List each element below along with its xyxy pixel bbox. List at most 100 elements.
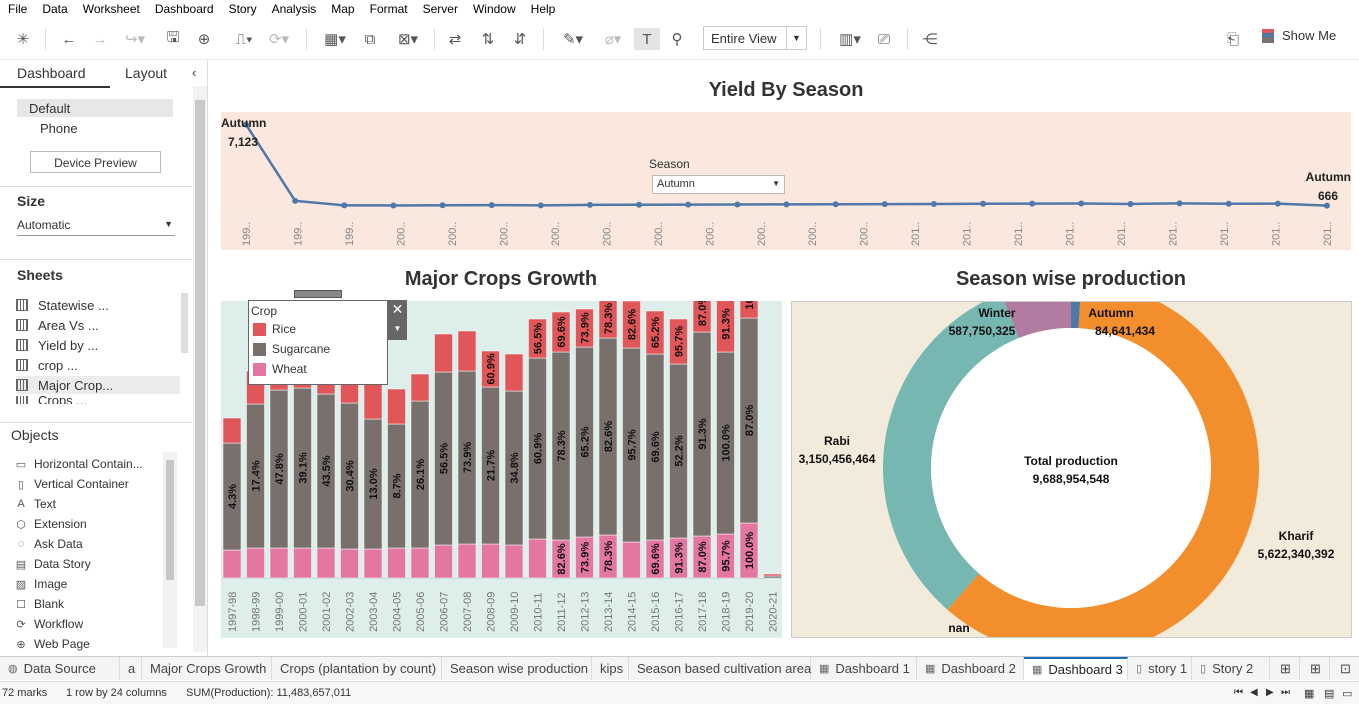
- yield-point[interactable]: [1078, 200, 1085, 207]
- sheet-tab[interactable]: Season wise production: [442, 657, 592, 680]
- yield-point[interactable]: [930, 200, 937, 207]
- menu-file[interactable]: File: [0, 2, 34, 16]
- bar-segment-rice[interactable]: [387, 388, 406, 425]
- bar-segment-wheat[interactable]: [246, 547, 265, 579]
- sheet-item[interactable]: Major Crop...: [16, 376, 180, 394]
- format-painter-icon[interactable]: ⎗: [1222, 28, 1244, 50]
- yield-point[interactable]: [1029, 200, 1036, 207]
- legend-item[interactable]: Sugarcane: [253, 342, 330, 356]
- bar-segment-rice[interactable]: [763, 573, 782, 577]
- group-icon[interactable]: ⌀▾: [595, 28, 631, 50]
- tab-layout[interactable]: Layout: [125, 65, 167, 81]
- sheet-tab[interactable]: ▯ Story 2: [1192, 657, 1270, 680]
- new-dashboard-tab-icon[interactable]: ⊞: [1302, 657, 1330, 680]
- swap-icon[interactable]: ⇄: [444, 28, 466, 50]
- sheet-item[interactable]: Yield by ...: [16, 336, 98, 354]
- yield-point[interactable]: [832, 201, 839, 208]
- yield-point[interactable]: [390, 202, 397, 209]
- objects-scrollbar[interactable]: [163, 452, 177, 648]
- sheet-tab[interactable]: ◍ Data Source: [0, 657, 120, 680]
- menu-server[interactable]: Server: [415, 2, 465, 16]
- object-item[interactable]: ☐ Blank: [14, 595, 64, 613]
- pane-scrollbar[interactable]: [193, 86, 207, 652]
- bar-segment-rice[interactable]: [222, 417, 242, 444]
- bar-segment-rice[interactable]: [363, 381, 383, 420]
- yield-point[interactable]: [1176, 200, 1183, 207]
- bar-segment-wheat[interactable]: [528, 538, 547, 579]
- menu-story[interactable]: Story: [221, 2, 264, 16]
- highlight-icon[interactable]: ✎▾: [555, 28, 591, 50]
- object-item[interactable]: ▤ Data Story: [14, 555, 91, 573]
- sheet-tab[interactable]: Major Crops Growth: [142, 657, 272, 680]
- sheet-tab[interactable]: ▦ Dashboard 3: [1024, 657, 1128, 680]
- sheet-tab[interactable]: ▦ Dashboard 2: [917, 657, 1024, 680]
- bar-segment-wheat[interactable]: [269, 547, 289, 579]
- new-story-tab-icon[interactable]: ⊡: [1332, 657, 1359, 680]
- sort-descending-icon[interactable]: ⇵: [509, 28, 531, 50]
- bar-segment-wheat[interactable]: [316, 547, 336, 579]
- object-item[interactable]: ▨ Image: [14, 575, 68, 593]
- menu-worksheet[interactable]: Worksheet: [75, 2, 147, 16]
- object-item[interactable]: ⊕ Web Page: [14, 635, 89, 653]
- object-item[interactable]: ⬡ Extension: [14, 515, 87, 533]
- first-sheet-icon[interactable]: ⏮: [1234, 687, 1243, 698]
- sheet-tab[interactable]: ▦ Dashboard 1: [811, 657, 917, 680]
- chevron-down-icon[interactable]: ▼: [388, 319, 407, 338]
- labels-icon[interactable]: T: [634, 28, 660, 50]
- bar-segment-wheat[interactable]: [457, 543, 477, 579]
- sheets-scrollbar[interactable]: [181, 293, 188, 353]
- yield-point[interactable]: [1274, 200, 1281, 207]
- device-default[interactable]: Default: [17, 99, 173, 117]
- next-sheet-icon[interactable]: ▶: [1266, 687, 1274, 698]
- show-me-button[interactable]: Show Me: [1262, 28, 1336, 43]
- bar-segment-rice[interactable]: [410, 373, 430, 402]
- yield-point[interactable]: [439, 202, 446, 209]
- menu-analysis[interactable]: Analysis: [264, 2, 324, 16]
- device-phone[interactable]: Phone: [40, 121, 78, 136]
- sheet-tab[interactable]: ▯ story 1: [1128, 657, 1192, 680]
- yield-point[interactable]: [586, 201, 593, 208]
- bar-segment-rice[interactable]: [434, 333, 453, 373]
- bar-segment-wheat[interactable]: [434, 544, 453, 579]
- bar-segment-wheat[interactable]: [340, 548, 359, 579]
- yield-point[interactable]: [292, 197, 299, 204]
- new-datasource-icon[interactable]: ⊕: [193, 28, 215, 50]
- bar-segment-wheat[interactable]: [387, 547, 406, 579]
- bar-segment-wheat[interactable]: [481, 543, 500, 579]
- legend-grip[interactable]: [294, 290, 342, 298]
- close-icon[interactable]: ✕: [388, 300, 407, 319]
- pin-icon[interactable]: ⚲: [666, 28, 688, 50]
- tab-view-icon[interactable]: ▭: [1342, 687, 1352, 700]
- legend-item[interactable]: Wheat: [253, 362, 307, 376]
- clear-icon[interactable]: ⊠▾: [390, 28, 426, 50]
- menu-data[interactable]: Data: [34, 2, 74, 16]
- size-select[interactable]: Automatic ▼: [17, 218, 175, 236]
- bar-segment-rice[interactable]: [457, 330, 477, 372]
- bar-segment-wheat[interactable]: [504, 544, 524, 579]
- sheet-item[interactable]: Area Vs ...: [16, 316, 99, 334]
- yield-point[interactable]: [980, 200, 987, 207]
- yield-point[interactable]: [1324, 202, 1330, 209]
- yield-point[interactable]: [537, 202, 544, 209]
- replay-icon[interactable]: ↪▾: [120, 28, 150, 50]
- yield-point[interactable]: [636, 201, 643, 208]
- filmstrip-view-icon[interactable]: ▤: [1324, 687, 1334, 700]
- tab-dashboard[interactable]: Dashboard: [17, 65, 86, 81]
- device-preview-button[interactable]: Device Preview: [30, 151, 161, 173]
- collapse-pane-icon[interactable]: ‹: [192, 65, 196, 80]
- menu-window[interactable]: Window: [465, 2, 523, 16]
- menu-format[interactable]: Format: [362, 2, 415, 16]
- menu-help[interactable]: Help: [523, 2, 563, 16]
- sheet-tab[interactable]: a: [120, 657, 142, 680]
- bar-segment-wheat[interactable]: [293, 547, 312, 579]
- menu-map[interactable]: Map: [323, 2, 361, 16]
- menu-dashboard[interactable]: Dashboard: [147, 2, 221, 16]
- new-worksheet-tab-icon[interactable]: ⊞: [1272, 657, 1300, 680]
- yield-point[interactable]: [1127, 200, 1134, 207]
- cards-icon[interactable]: ▥▾: [832, 28, 868, 50]
- yield-point[interactable]: [1225, 200, 1232, 207]
- presentation-icon[interactable]: ⎚: [873, 28, 895, 50]
- object-item[interactable]: ◌ Ask Data: [14, 535, 83, 553]
- bar-segment-rice[interactable]: [504, 353, 524, 392]
- yield-point[interactable]: [783, 201, 790, 208]
